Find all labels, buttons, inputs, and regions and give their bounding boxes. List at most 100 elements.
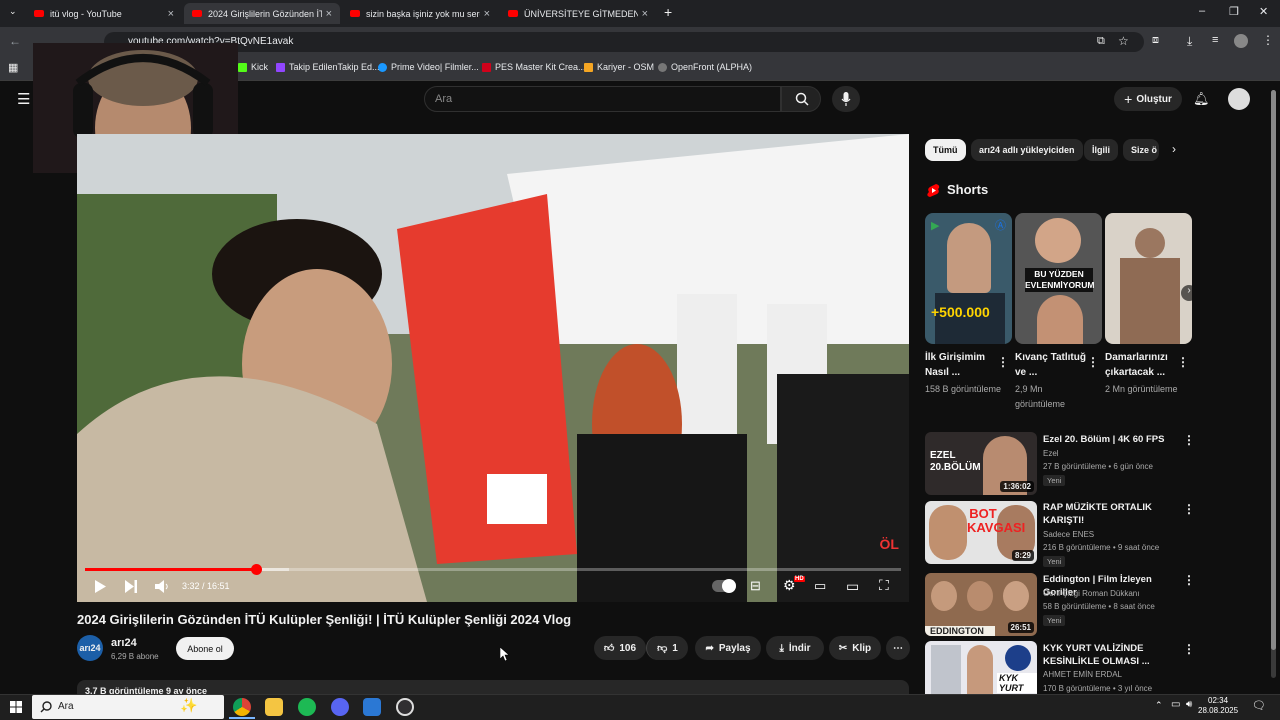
notifications-bell-icon[interactable]: 🔔︎ [1193,91,1210,107]
bookmark-item[interactable]: OpenFront (ALPHA) [658,62,752,72]
recommended-thumbnail[interactable]: KYK YURT [925,641,1037,694]
yt-account-avatar[interactable] [1228,88,1250,110]
browser-menu-icon[interactable]: ⋮ [1262,33,1274,47]
extensions-icon[interactable]: ⧈ [1152,34,1159,47]
dislike-button[interactable]: 👎︎ 1 [646,636,688,660]
profile-avatar[interactable] [1234,34,1248,48]
like-button[interactable]: 👍︎ 106 [594,636,646,660]
more-vertical-icon[interactable]: ⋮ [1183,433,1195,447]
bookmark-item[interactable]: Takip EdilenTakip Ed... [276,62,380,72]
more-vertical-icon[interactable]: ⋮ [1087,355,1099,369]
short-thumbnail[interactable]: +500.000 ▶ Ⓐ [925,213,1012,344]
new-tab-button[interactable]: + [664,4,672,20]
bookmark-item[interactable]: Prime Video| Filmler... [378,62,479,72]
more-vertical-icon[interactable]: ⋮ [1177,355,1189,369]
browser-tab[interactable]: ÜNİVERSİTEYE GİTMEDEN ÖNCE× [500,3,656,24]
theater-mode-icon[interactable]: ▭ [846,578,859,595]
chrome-taskbar-icon[interactable] [233,698,251,716]
description-box[interactable]: 3,7 B görüntüleme 9 ay önce [77,680,909,694]
chip-from-uploader[interactable]: arı24 adlı yükleyiciden [971,139,1083,161]
video-progress-bar[interactable] [85,564,901,575]
fullscreen-icon[interactable]: ⛶ [879,577,889,594]
chip-all[interactable]: Tümü [925,139,966,161]
network-icon[interactable]: ▭ [1171,699,1180,710]
close-tab-icon[interactable]: × [642,8,648,20]
short-thumbnail[interactable]: BU YÜZDEN EVLENMİYORUM [1015,213,1102,344]
more-actions-button[interactable]: ⋯ [886,636,910,660]
subtitles-icon[interactable]: ⊟ [750,578,761,594]
back-icon[interactable]: ← [9,34,21,48]
apps-grid-icon[interactable]: ▦ [8,61,18,74]
short-title[interactable]: İlk Girişimim Nasıl ... [925,350,1001,380]
close-tab-icon[interactable]: × [326,8,332,20]
file-explorer-icon[interactable] [265,698,283,716]
close-tab-icon[interactable]: × [484,8,490,20]
short-thumbnail[interactable]: › [1105,213,1192,344]
recommended-channel[interactable]: Sadece ENES [1043,530,1094,539]
channel-name[interactable]: arı24 [111,637,137,649]
chip-for-you[interactable]: Size ö [1123,139,1159,161]
close-tab-icon[interactable]: × [168,8,174,20]
channel-avatar[interactable]: arı24 [77,635,103,661]
more-vertical-icon[interactable]: ⋮ [997,355,1009,369]
download-icon[interactable]: ⤓ [1187,34,1192,49]
reading-list-icon[interactable]: ≡ [1212,34,1218,46]
play-icon[interactable] [94,580,106,593]
address-bar[interactable]: youtube.com/watch?v=BtQvNE1avak [104,32,1144,52]
short-title[interactable]: Kıvanç Tatlıtuğ ve ... [1015,350,1091,380]
recommended-channel[interactable]: Ezel [1043,449,1059,458]
more-vertical-icon[interactable]: ⋮ [1183,573,1195,587]
discord-icon[interactable] [331,698,349,716]
shorts-next-icon[interactable]: › [1181,285,1192,301]
window-close-icon[interactable]: ✕ [1259,5,1268,18]
more-vertical-icon[interactable]: ⋮ [1183,502,1195,516]
maximize-icon[interactable]: ❐ [1229,5,1239,18]
recommended-title[interactable]: RAP MÜZİKTE ORTALIK KARIŞTI! [1043,501,1183,527]
more-vertical-icon[interactable]: ⋮ [1183,642,1195,656]
recommended-title[interactable]: KYK YURT VALİZİNDE KESİNLİKLE OLMASI ... [1043,642,1183,668]
next-video-icon[interactable] [125,580,137,593]
subscribe-button[interactable]: Abone ol [176,637,234,660]
bookmark-item[interactable]: Kariyer - OSM [584,62,654,72]
obs-icon[interactable] [396,698,414,716]
download-button[interactable]: ⤓ İndir [766,636,824,660]
clip-button[interactable]: ✂ Klip [829,636,881,660]
recommended-channel[interactable]: Goril Çizgi Roman Dükkanı [1043,589,1139,598]
yt-menu-icon[interactable]: ☰ [17,90,30,108]
notification-center-icon[interactable]: 🗨︎ [1252,699,1266,712]
miniplayer-icon[interactable]: ▭ [814,578,826,594]
short-title[interactable]: Damarlarınızı çıkartacak ... [1105,350,1181,380]
bookmark-star-icon[interactable]: ☆ [1118,34,1129,48]
volume-icon[interactable] [155,580,169,593]
recommended-title[interactable]: Ezel 20. Bölüm | 4K 60 FPS [1043,433,1183,446]
minimize-icon[interactable]: – [1199,5,1205,17]
voice-search-button[interactable] [832,86,860,112]
windows-start-icon[interactable] [10,701,22,713]
tab-search-icon[interactable]: ⌄ [9,6,17,17]
install-app-icon[interactable]: ⧉ [1097,35,1105,48]
bookmark-item[interactable]: PES Master Kit Crea... [482,62,586,72]
browser-tab[interactable]: sizin başka işiniz yok mu sergey× [342,3,498,24]
page-scrollbar[interactable] [1271,90,1276,678]
chip-related[interactable]: İlgili [1084,139,1118,161]
autoplay-toggle[interactable] [712,579,736,593]
recommended-thumbnail[interactable]: EZEL 20.BÖLÜM 1:36:02 [925,432,1037,495]
recommended-channel[interactable]: AHMET EMİN ERDAL [1043,670,1122,679]
video-player[interactable]: ÖL [77,134,909,602]
browser-tab[interactable]: itü vlog - YouTube × [26,3,182,24]
spotify-icon[interactable] [298,698,316,716]
recommended-thumbnail[interactable]: BOT KAVGASI 8:29 [925,501,1037,564]
create-button[interactable]: + Oluştur [1114,87,1182,111]
chevron-right-icon[interactable]: › [1172,142,1176,156]
yt-search-input[interactable]: Ara [424,86,781,112]
share-button[interactable]: ➦ Paylaş [695,636,761,660]
bookmark-item[interactable]: Kick [238,62,268,72]
recommended-thumbnail[interactable]: EDDINGTON 26:51 [925,573,1037,636]
browser-tab-active[interactable]: 2024 Girişlilerin Gözünden İTÜ Ku× [184,3,340,24]
browser-tab-strip: ⌄ itü vlog - YouTube × 2024 Girişlilerin … [0,0,1280,27]
taskbar-clock[interactable]: 02:34 28.08.2025 [1198,696,1238,716]
app-window-icon[interactable] [363,698,381,716]
speaker-icon[interactable]: 🔊︎ [1186,699,1192,710]
yt-search-button[interactable] [781,86,821,112]
tray-chevron-up-icon[interactable]: ⌃ [1155,700,1163,711]
